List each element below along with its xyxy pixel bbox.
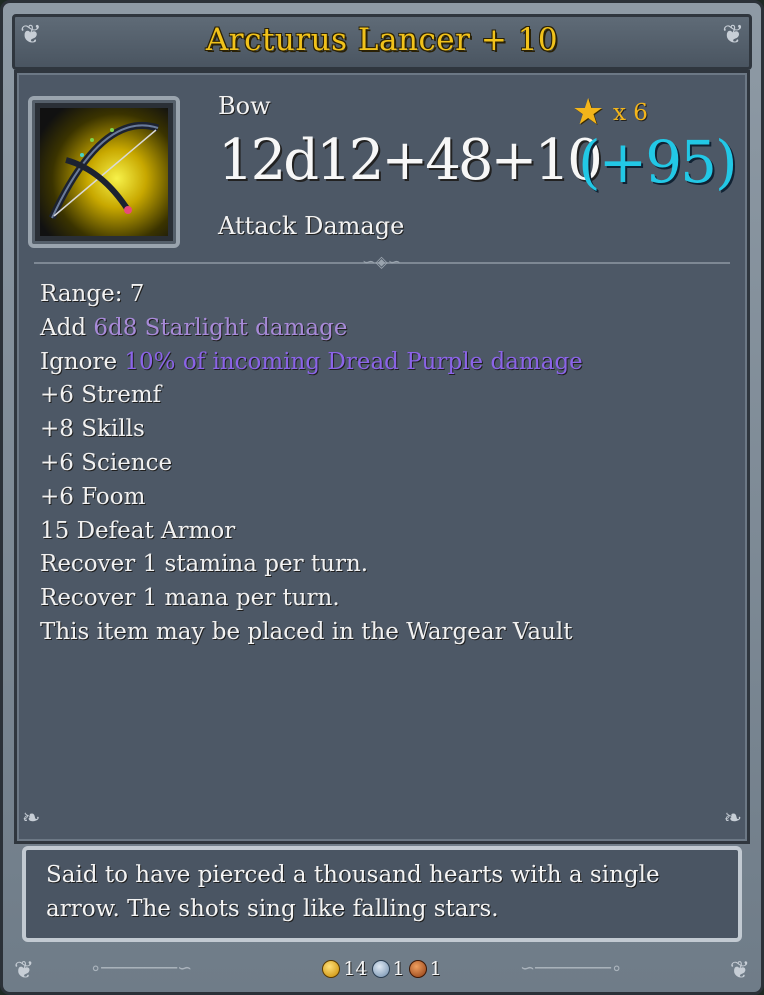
stat-science: +6 Science: [40, 449, 173, 476]
stat-mana-regen: Recover 1 mana per turn.: [40, 585, 340, 612]
copper-coin-icon: [408, 960, 427, 978]
corner-ornament-icon: ❦: [14, 956, 35, 984]
attack-damage-label: Attack Damage: [218, 212, 405, 240]
damage-bonus: (+95): [578, 128, 738, 196]
lore-text: Said to have pierced a thousand hearts w…: [22, 846, 742, 942]
vault-note: This item may be placed in the Wargear V…: [40, 618, 573, 645]
stat-range: Range: 7: [40, 281, 145, 307]
stat-stremf: +6 Stremf: [40, 382, 162, 409]
attack-damage-value: 12d12+48+10: [218, 128, 603, 193]
dread-purple-resist: 10% of incoming Dread Purple damage: [124, 348, 583, 375]
stat-foom: +6 Foom: [40, 483, 146, 510]
star-count: x 6: [613, 100, 648, 126]
item-title: Arcturus Lancer + 10: [205, 22, 559, 58]
bow-icon: [48, 121, 160, 220]
stats-list: Range: 7 Add 6d8 Starlight damage Ignore…: [40, 278, 583, 650]
corner-ornament-icon: ❧: [22, 806, 41, 831]
star-icon: ★: [572, 92, 605, 133]
sell-price: 14 1 1: [64, 954, 700, 984]
stat-ignore-damage: Ignore 10% of incoming Dread Purple dama…: [40, 348, 583, 375]
stat-stamina-regen: Recover 1 stamina per turn.: [40, 551, 369, 578]
silver-price: 1: [371, 958, 405, 980]
corner-ornament-icon: ❧: [723, 806, 742, 831]
stat-add-damage: Add 6d8 Starlight damage: [40, 314, 348, 341]
item-type: Bow: [218, 92, 271, 120]
gold-coin-icon: [322, 960, 341, 978]
starlight-damage: 6d8 Starlight damage: [93, 314, 348, 341]
stat-defeat-armor: 15 Defeat Armor: [40, 517, 236, 544]
silver-coin-icon: [371, 960, 390, 978]
corner-ornament-icon: ❦: [729, 956, 750, 984]
gold-price: 14: [322, 958, 368, 980]
stat-skills: +8 Skills: [40, 416, 145, 443]
item-portrait: [28, 96, 180, 248]
divider-ornament-icon: ∽◈∽: [362, 252, 402, 271]
copper-price: 1: [408, 958, 442, 980]
